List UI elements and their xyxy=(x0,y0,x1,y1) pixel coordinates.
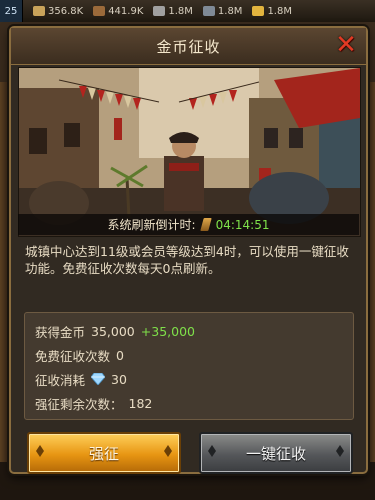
resource-bar: 25 356.8K 441.9K 1.8M 1.8M 1.8M xyxy=(0,0,375,23)
ore-icon xyxy=(202,6,215,16)
ornament-icon xyxy=(35,444,45,458)
resource-gold[interactable]: 1.8M xyxy=(252,6,292,17)
food-icon xyxy=(33,6,45,16)
remaining-force-label: 强征剩余次数： xyxy=(35,396,123,412)
gold-gain-value: 35,000 xyxy=(91,323,135,339)
dialog-title: 金币征收 xyxy=(156,37,221,56)
resource-wood[interactable]: 441.9K xyxy=(93,6,143,17)
resource-ore-value: 1.8M xyxy=(217,5,243,17)
diamond-icon xyxy=(91,373,106,385)
market-scene-art xyxy=(19,68,360,236)
market-scene-illustration xyxy=(18,67,361,237)
wood-icon xyxy=(93,6,106,16)
stone-icon xyxy=(153,6,166,16)
gold-gain-label: 获得金币 xyxy=(35,324,86,340)
resource-wood-value: 441.9K xyxy=(108,5,144,17)
resource-food[interactable]: 356.8K xyxy=(33,6,83,17)
ornament-icon xyxy=(163,444,173,458)
close-button[interactable]: ✕ xyxy=(332,30,360,60)
gold-collect-dialog: 金币征收 ✕ 系统刷新倒计时: 04:14:51 城镇中心达到11级或会员等级达… xyxy=(9,26,368,474)
collect-cost-row: 征收消耗 30 xyxy=(35,369,127,389)
one-click-collect-label: 一键征收 xyxy=(245,444,306,463)
one-click-collect-button[interactable]: 一键征收 xyxy=(199,432,353,474)
dialog-title-bar: 金币征收 xyxy=(11,28,366,65)
resource-gold-value: 1.8M xyxy=(267,5,292,17)
feature-description: 城镇中心达到11级或会员等级达到4时，可以使用一键征收功能。免费征收次数每天0点… xyxy=(25,244,349,276)
force-collect-button[interactable]: 强征 xyxy=(27,432,181,474)
refresh-timer-bar: 系统刷新倒计时: 04:14:51 xyxy=(18,214,359,235)
resource-ore[interactable]: 1.8M xyxy=(202,5,243,17)
ornament-icon xyxy=(335,444,345,458)
collect-cost-value: 30 xyxy=(111,371,127,387)
collect-info-panel: 获得金币 35,000 +35,000 免费征收次数 0 征收消耗 30 强征剩… xyxy=(24,312,354,420)
timer-value: 04:14:51 xyxy=(215,217,270,232)
hourglass-icon xyxy=(199,218,212,231)
free-collect-label: 免费征收次数 xyxy=(35,348,111,364)
gold-gain-row: 获得金币 35,000 +35,000 xyxy=(35,321,195,341)
player-level-badge[interactable]: 25 xyxy=(0,0,23,22)
remaining-force-row: 强征剩余次数： 182 xyxy=(35,393,152,413)
timer-label: 系统刷新倒计时: xyxy=(107,218,196,232)
gold-gain-bonus: +35,000 xyxy=(140,323,195,339)
close-icon: ✕ xyxy=(335,30,357,60)
force-collect-label: 强征 xyxy=(88,444,119,463)
gold-icon xyxy=(252,6,265,16)
resource-stone-value: 1.8M xyxy=(168,5,193,17)
free-collect-row: 免费征收次数 0 xyxy=(35,345,124,365)
free-collect-value: 0 xyxy=(116,347,124,363)
ornament-icon xyxy=(207,444,217,458)
collect-cost-label: 征收消耗 xyxy=(35,372,86,388)
remaining-force-value: 182 xyxy=(128,395,153,411)
resource-stone[interactable]: 1.8M xyxy=(153,6,193,17)
resource-food-value: 356.8K xyxy=(48,5,84,17)
